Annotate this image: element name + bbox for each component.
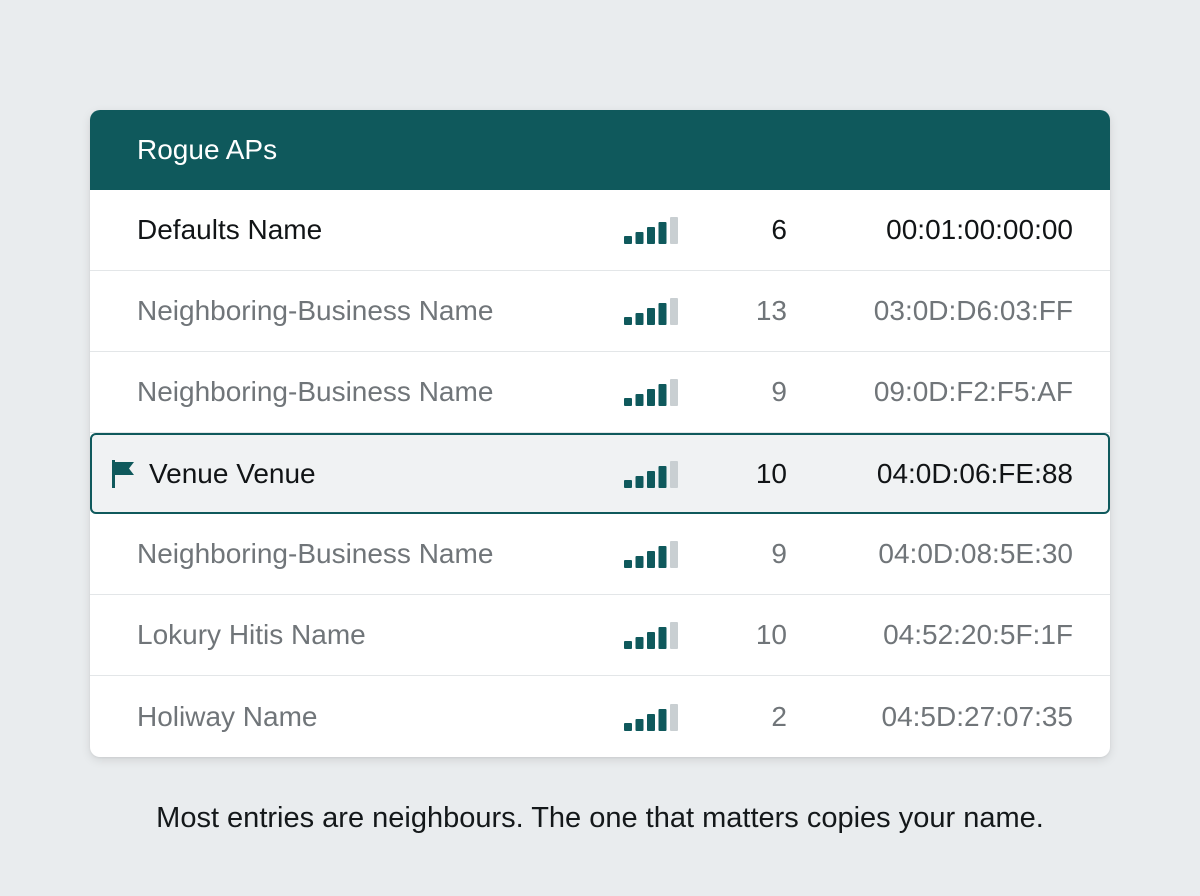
ap-mac: 04:5D:27:07:35	[881, 700, 1074, 732]
signal-bar	[624, 722, 632, 731]
ap-mac: 09:0D:F2:F5:AF	[873, 376, 1073, 407]
signal-strength-icon	[624, 703, 678, 731]
ap-channel: 13	[755, 295, 787, 326]
signal-bar	[635, 637, 644, 649]
panel-header: Rogue APs	[90, 110, 1110, 190]
signal-bar	[635, 475, 644, 488]
signal-bar	[647, 551, 655, 568]
panel-title: Rogue APs	[137, 134, 278, 165]
signal-bar	[635, 556, 644, 568]
signal-bar	[670, 622, 678, 649]
rogue-aps-panel: Rogue APs Defaults Name 6 00:01:00:00:00…	[90, 110, 1110, 757]
list-item[interactable]: Neighboring-Business Name 13 03:0D:D6:03…	[90, 271, 1110, 352]
flag-icon	[112, 459, 134, 488]
signal-bar	[658, 384, 667, 406]
signal-bar	[647, 470, 655, 488]
signal-bar	[658, 303, 667, 325]
ap-channel: 10	[755, 619, 787, 650]
ap-name: Neighboring-Business Name	[137, 376, 494, 407]
signal-bar	[670, 460, 678, 488]
signal-strength-icon	[624, 622, 678, 649]
signal-bar	[635, 232, 644, 244]
signal-bar	[647, 227, 655, 244]
signal-bar	[624, 641, 632, 649]
signal-bar	[624, 236, 632, 244]
signal-strength-icon	[624, 541, 678, 568]
signal-bar	[635, 313, 644, 325]
ap-name: Lokury Hitis Name	[137, 619, 366, 650]
ap-name: Neighboring-Business Name	[137, 538, 494, 569]
ap-channel: 9	[771, 376, 787, 407]
ap-name: Holiway Name	[137, 700, 318, 732]
signal-bar	[635, 394, 644, 406]
signal-bar	[670, 379, 678, 406]
signal-bar	[670, 541, 678, 568]
signal-bar	[624, 317, 632, 325]
signal-bar	[647, 308, 655, 325]
ap-channel: 2	[771, 700, 787, 732]
list-item-flagged[interactable]: Venue Venue 10 04:0D:06:FE:88	[90, 433, 1110, 514]
signal-strength-icon	[624, 298, 678, 325]
signal-bar	[670, 217, 678, 244]
signal-bar	[658, 708, 667, 731]
ap-mac: 04:0D:08:5E:30	[878, 538, 1073, 569]
list-item[interactable]: Holiway Name 2 04:5D:27:07:35	[90, 676, 1110, 757]
signal-bar	[658, 465, 667, 488]
signal-bar	[624, 479, 632, 488]
caption: Most entries are neighbours. The one tha…	[156, 802, 1044, 834]
list-item[interactable]: Defaults Name 6 00:01:00:00:00	[90, 190, 1110, 271]
ap-channel: 6	[771, 214, 787, 245]
signal-bar	[647, 632, 655, 649]
ap-name: Neighboring-Business Name	[137, 295, 494, 326]
ap-mac: 04:52:20:5F:1F	[883, 619, 1073, 650]
signal-bar	[670, 298, 678, 325]
signal-bar	[624, 560, 632, 568]
ap-name: Venue Venue	[149, 457, 316, 489]
signal-strength-icon	[624, 460, 678, 488]
ap-channel: 10	[755, 457, 787, 489]
signal-bar	[635, 718, 644, 731]
ap-mac: 03:0D:D6:03:FF	[873, 295, 1073, 326]
signal-bar	[624, 398, 632, 406]
list-item[interactable]: Neighboring-Business Name 9 04:0D:08:5E:…	[90, 514, 1110, 595]
ap-mac: 04:0D:06:FE:88	[876, 457, 1073, 489]
ap-channel: 9	[771, 538, 787, 569]
list-item[interactable]: Neighboring-Business Name 9 09:0D:F2:F5:…	[90, 352, 1110, 433]
signal-bar	[658, 627, 667, 649]
signal-bar	[658, 222, 667, 244]
signal-strength-icon	[624, 379, 678, 406]
signal-bar	[658, 546, 667, 568]
list-item[interactable]: Lokury Hitis Name 10 04:52:20:5F:1F	[90, 595, 1110, 676]
signal-strength-icon	[624, 217, 678, 244]
ap-mac: 00:01:00:00:00	[886, 214, 1073, 245]
rogue-ap-list: Defaults Name 6 00:01:00:00:00 Neighbori…	[90, 190, 1110, 757]
signal-bar	[647, 389, 655, 406]
ap-name: Defaults Name	[137, 214, 323, 245]
signal-bar	[647, 713, 655, 731]
signal-bar	[670, 703, 678, 731]
